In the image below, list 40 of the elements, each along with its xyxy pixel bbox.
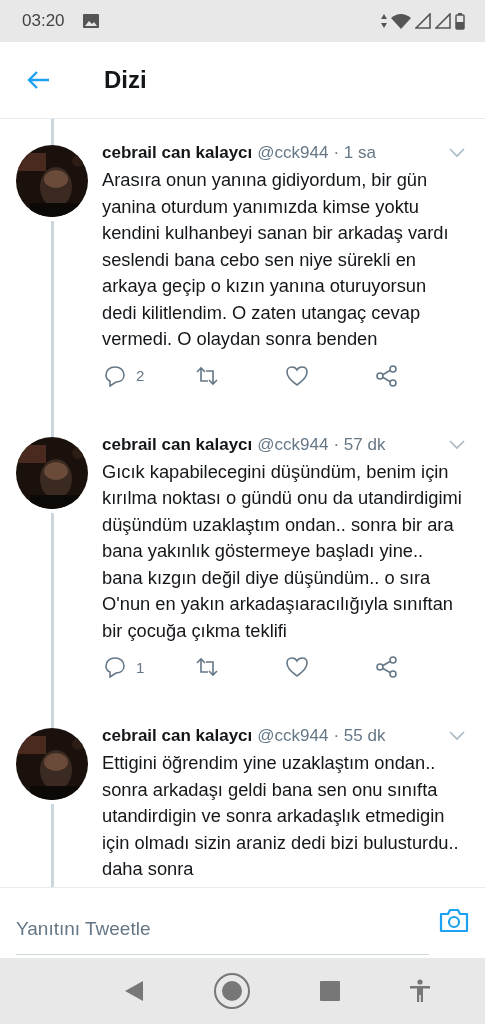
reply-field[interactable]: Yanıtını Tweetle bbox=[16, 917, 429, 940]
heart-icon[interactable] bbox=[285, 365, 308, 386]
share-icon[interactable] bbox=[376, 364, 399, 387]
author-name[interactable]: cebrail can kalaycı bbox=[102, 434, 253, 455]
retweet-icon[interactable] bbox=[194, 365, 219, 386]
reply-icon[interactable] bbox=[104, 656, 126, 678]
accessibility-icon[interactable] bbox=[408, 979, 431, 1003]
tweet-time: · 1 sa bbox=[333, 143, 376, 163]
retweet-icon[interactable] bbox=[194, 657, 219, 677]
battery-icon bbox=[455, 12, 465, 30]
chevron-down-icon[interactable] bbox=[449, 439, 465, 450]
signal-icon bbox=[415, 13, 431, 29]
tweet-text: Arasıra onun yanına gidiyordum, bir gün yanina oturdum yanımızda kimse yoktu kendini kulhanbeyi sanan bir arkadaş vardı seslendi bana cebo sen niye sürekli en arkaya geçip o kızın yanına oturuyorsun dedi kilitlendim. O zaten utangaç cevap vermedi. O olaydan sonra benden bbox=[102, 168, 450, 351]
author-name[interactable]: cebrail can kalaycı bbox=[102, 143, 253, 163]
reply-count: 1 bbox=[136, 658, 145, 676]
page-title: Dizi bbox=[104, 66, 147, 94]
reply-count: 2 bbox=[136, 367, 145, 384]
data-arrows-icon bbox=[381, 14, 387, 28]
reply-icon[interactable] bbox=[104, 364, 126, 387]
author-handle: @cck944 bbox=[257, 726, 329, 746]
author-handle: @cck944 bbox=[257, 143, 329, 163]
tweet-text: Gıcık kapabilecegini düşündüm, benim için kırılma noktası o gündü onu da utandirdigimi düşündüm uzaklaştım ondan.. sonra bir ara bana yakınlık göstermeye başladı yine.. bana kızgın değil diye düşündüm.. o sıra O'nun en yakın arkadaşıaracılığıyla sınıftan bir çocuğa çıkma teklifi bbox=[102, 459, 463, 643]
chevron-down-icon[interactable] bbox=[449, 148, 465, 158]
chevron-down-icon[interactable] bbox=[449, 731, 465, 741]
author-name[interactable]: cebrail can kalaycı bbox=[102, 726, 253, 746]
back-nav-icon[interactable] bbox=[124, 980, 145, 1002]
signal-icon bbox=[435, 13, 451, 29]
heart-icon[interactable] bbox=[285, 657, 308, 677]
share-icon[interactable] bbox=[376, 656, 399, 678]
tweet-time: · 55 dk bbox=[333, 726, 386, 746]
tweet-time: · 57 dk bbox=[333, 434, 386, 455]
wifi-icon bbox=[391, 13, 411, 29]
back-arrow-icon[interactable] bbox=[26, 70, 50, 90]
home-nav-icon[interactable] bbox=[213, 972, 252, 1010]
tweet-text: Ettigini öğrendim yine uzaklaştım ondan.. sonra arkadaşı geldi bana sen onu sınıfta utandirdigin ve sonra arkadaşlık etmedigin için olmadı sizin araniz dedi bizi bulusturdu.. daha sonra bbox=[102, 751, 460, 881]
camera-icon[interactable] bbox=[439, 907, 469, 933]
author-handle: @cck944 bbox=[257, 434, 329, 455]
status-time: 03:20 bbox=[22, 11, 65, 31]
recents-nav-icon[interactable] bbox=[319, 981, 340, 1001]
image-icon bbox=[82, 14, 99, 28]
